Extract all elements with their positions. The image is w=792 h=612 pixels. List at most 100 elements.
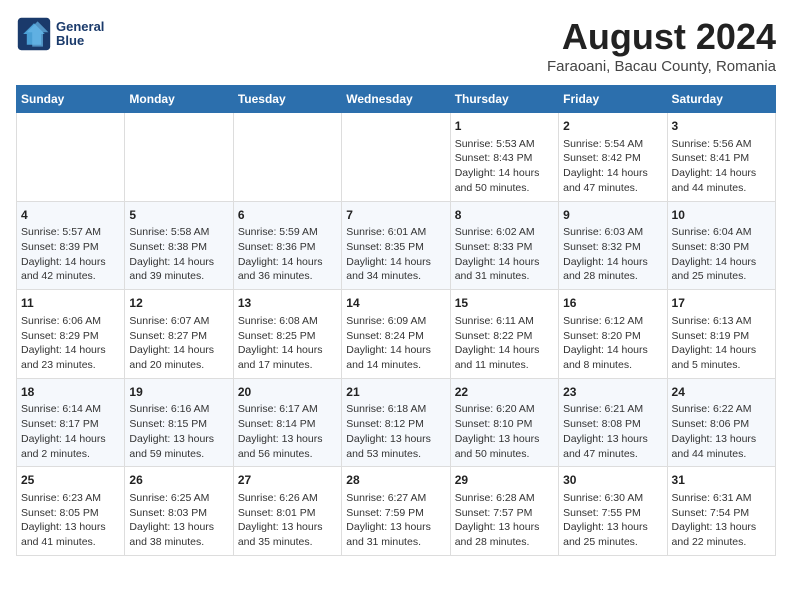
day-info: Sunrise: 5:57 AM Sunset: 8:39 PM Dayligh… — [21, 225, 120, 284]
calendar-cell: 25Sunrise: 6:23 AM Sunset: 8:05 PM Dayli… — [17, 467, 125, 556]
day-number: 28 — [346, 472, 445, 489]
day-info: Sunrise: 5:54 AM Sunset: 8:42 PM Dayligh… — [563, 137, 662, 196]
calendar-row: 25Sunrise: 6:23 AM Sunset: 8:05 PM Dayli… — [17, 467, 776, 556]
day-number: 7 — [346, 207, 445, 224]
logo-text: General Blue — [56, 20, 104, 49]
calendar-cell: 30 Sunrise: 6:30 AM Sunset: 7:55 PM Dayli… — [559, 467, 667, 556]
day-info: Sunrise: 6:03 AM Sunset: 8:32 PM Dayligh… — [563, 225, 662, 284]
subtitle: Faraoani, Bacau County, Romania — [547, 58, 776, 75]
calendar-cell: 12 Sunrise: 6:07 AM Sunset: 8:27 PM Dayli… — [125, 290, 233, 379]
weekday-header-row: SundayMondayTuesdayWednesdayThursdayFrid… — [17, 86, 776, 113]
day-number: 14 — [346, 295, 445, 312]
day-info: Sunrise: 6:14 AM Sunset: 8:17 PM Dayligh… — [21, 402, 120, 461]
day-info: Sunrise: 6:07 AM Sunset: 8:27 PM Dayligh… — [129, 314, 228, 373]
day-info: Sunrise: 5:59 AM Sunset: 8:36 PM Dayligh… — [238, 225, 337, 284]
calendar-cell: 16Sunrise: 6:12 AM Sunset: 8:20 PM Dayli… — [559, 290, 667, 379]
day-number: 13 — [238, 295, 337, 312]
day-number: 18 — [21, 384, 120, 401]
calendar-cell: 6Sunrise: 5:59 AM Sunset: 8:36 PM Daylig… — [233, 201, 341, 290]
calendar-row: 1 Sunrise: 5:53 AM Sunset: 8:43 PM Daylig… — [17, 113, 776, 202]
weekday-header: Sunday — [17, 86, 125, 113]
day-number: 1 — [455, 118, 554, 135]
calendar-cell — [17, 113, 125, 202]
day-number: 30 — [563, 472, 662, 489]
day-number: 27 — [238, 472, 337, 489]
calendar-cell: 7Sunrise: 6:01 AM Sunset: 8:35 PM Daylig… — [342, 201, 450, 290]
calendar-cell: 4Sunrise: 5:57 AM Sunset: 8:39 PM Daylig… — [17, 201, 125, 290]
day-info: Sunrise: 6:21 AM Sunset: 8:08 PM Dayligh… — [563, 402, 662, 461]
day-info: Sunrise: 6:17 AM Sunset: 8:14 PM Dayligh… — [238, 402, 337, 461]
calendar-cell: 10Sunrise: 6:04 AM Sunset: 8:30 PM Dayli… — [667, 201, 775, 290]
day-info: Sunrise: 6:31 AM Sunset: 7:54 PM Dayligh… — [672, 491, 771, 550]
logo-line2: Blue — [56, 34, 104, 48]
calendar-cell: 29 Sunrise: 6:28 AM Sunset: 7:57 PM Dayli… — [450, 467, 558, 556]
day-info: Sunrise: 6:30 AM Sunset: 7:55 PM Dayligh… — [563, 491, 662, 550]
calendar-cell — [233, 113, 341, 202]
title-section: August 2024 Faraoani, Bacau County, Roma… — [547, 16, 776, 75]
day-info: Sunrise: 6:04 AM Sunset: 8:30 PM Dayligh… — [672, 225, 771, 284]
day-number: 21 — [346, 384, 445, 401]
day-number: 29 — [455, 472, 554, 489]
day-info: Sunrise: 6:13 AM Sunset: 8:19 PM Dayligh… — [672, 314, 771, 373]
day-info: Sunrise: 6:22 AM Sunset: 8:06 PM Dayligh… — [672, 402, 771, 461]
day-info: Sunrise: 5:53 AM Sunset: 8:43 PM Dayligh… — [455, 137, 554, 196]
calendar-cell: 21Sunrise: 6:18 AM Sunset: 8:12 PM Dayli… — [342, 378, 450, 467]
logo-line1: General — [56, 20, 104, 34]
day-number: 11 — [21, 295, 120, 312]
calendar-row: 18Sunrise: 6:14 AM Sunset: 8:17 PM Dayli… — [17, 378, 776, 467]
calendar-cell: 18Sunrise: 6:14 AM Sunset: 8:17 PM Dayli… — [17, 378, 125, 467]
day-info: Sunrise: 6:25 AM Sunset: 8:03 PM Dayligh… — [129, 491, 228, 550]
day-number: 16 — [563, 295, 662, 312]
day-number: 2 — [563, 118, 662, 135]
weekday-header: Tuesday — [233, 86, 341, 113]
day-number: 10 — [672, 207, 771, 224]
calendar-cell: 2 Sunrise: 5:54 AM Sunset: 8:42 PM Daylig… — [559, 113, 667, 202]
day-info: Sunrise: 6:20 AM Sunset: 8:10 PM Dayligh… — [455, 402, 554, 461]
calendar-cell: 20Sunrise: 6:17 AM Sunset: 8:14 PM Dayli… — [233, 378, 341, 467]
calendar-cell: 11Sunrise: 6:06 AM Sunset: 8:29 PM Dayli… — [17, 290, 125, 379]
day-number: 24 — [672, 384, 771, 401]
day-number: 3 — [672, 118, 771, 135]
day-info: Sunrise: 6:26 AM Sunset: 8:01 PM Dayligh… — [238, 491, 337, 550]
calendar-cell: 31 Sunrise: 6:31 AM Sunset: 7:54 PM Dayli… — [667, 467, 775, 556]
day-info: Sunrise: 5:58 AM Sunset: 8:38 PM Dayligh… — [129, 225, 228, 284]
day-number: 9 — [563, 207, 662, 224]
day-info: Sunrise: 5:56 AM Sunset: 8:41 PM Dayligh… — [672, 137, 771, 196]
day-number: 20 — [238, 384, 337, 401]
day-number: 6 — [238, 207, 337, 224]
calendar-cell: 22Sunrise: 6:20 AM Sunset: 8:10 PM Dayli… — [450, 378, 558, 467]
logo-icon — [16, 16, 52, 52]
calendar-cell: 24Sunrise: 6:22 AM Sunset: 8:06 PM Dayli… — [667, 378, 775, 467]
calendar-cell: 3 Sunrise: 5:56 AM Sunset: 8:41 PM Daylig… — [667, 113, 775, 202]
weekday-header: Thursday — [450, 86, 558, 113]
day-info: Sunrise: 6:01 AM Sunset: 8:35 PM Dayligh… — [346, 225, 445, 284]
day-number: 17 — [672, 295, 771, 312]
calendar-cell: 8Sunrise: 6:02 AM Sunset: 8:33 PM Daylig… — [450, 201, 558, 290]
calendar-cell: 19Sunrise: 6:16 AM Sunset: 8:15 PM Dayli… — [125, 378, 233, 467]
day-info: Sunrise: 6:28 AM Sunset: 7:57 PM Dayligh… — [455, 491, 554, 550]
calendar-cell: 14 Sunrise: 6:09 AM Sunset: 8:24 PM Dayli… — [342, 290, 450, 379]
day-info: Sunrise: 6:02 AM Sunset: 8:33 PM Dayligh… — [455, 225, 554, 284]
calendar-cell: 15Sunrise: 6:11 AM Sunset: 8:22 PM Dayli… — [450, 290, 558, 379]
calendar-cell — [342, 113, 450, 202]
calendar-cell: 27 Sunrise: 6:26 AM Sunset: 8:01 PM Dayli… — [233, 467, 341, 556]
day-info: Sunrise: 6:18 AM Sunset: 8:12 PM Dayligh… — [346, 402, 445, 461]
weekday-header: Friday — [559, 86, 667, 113]
day-info: Sunrise: 6:11 AM Sunset: 8:22 PM Dayligh… — [455, 314, 554, 373]
header: General Blue August 2024 Faraoani, Bacau… — [16, 16, 776, 75]
calendar-table: SundayMondayTuesdayWednesdayThursdayFrid… — [16, 85, 776, 556]
logo: General Blue — [16, 16, 104, 52]
day-number: 25 — [21, 472, 120, 489]
calendar-cell: 1 Sunrise: 5:53 AM Sunset: 8:43 PM Daylig… — [450, 113, 558, 202]
calendar-cell — [125, 113, 233, 202]
day-info: Sunrise: 6:09 AM Sunset: 8:24 PM Dayligh… — [346, 314, 445, 373]
day-number: 12 — [129, 295, 228, 312]
main-title: August 2024 — [547, 16, 776, 58]
day-number: 31 — [672, 472, 771, 489]
day-number: 4 — [21, 207, 120, 224]
day-number: 5 — [129, 207, 228, 224]
calendar-cell: 23Sunrise: 6:21 AM Sunset: 8:08 PM Dayli… — [559, 378, 667, 467]
day-number: 23 — [563, 384, 662, 401]
calendar-row: 11Sunrise: 6:06 AM Sunset: 8:29 PM Dayli… — [17, 290, 776, 379]
calendar-cell: 28Sunrise: 6:27 AM Sunset: 7:59 PM Dayli… — [342, 467, 450, 556]
